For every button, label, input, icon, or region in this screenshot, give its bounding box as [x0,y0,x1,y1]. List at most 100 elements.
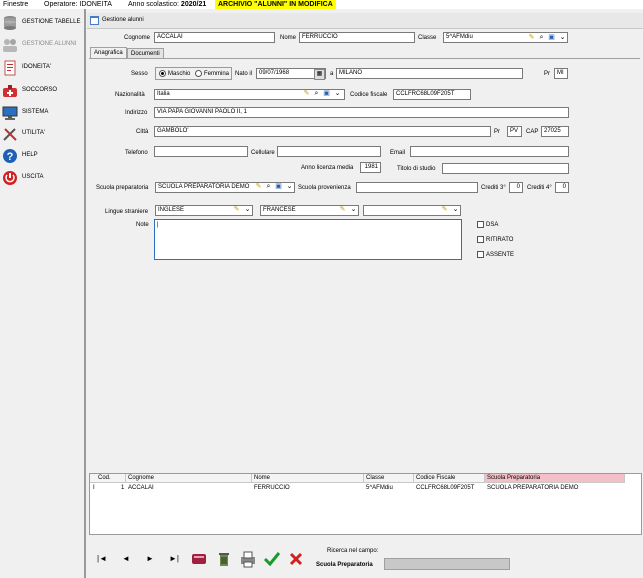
next-record-button[interactable]: ► [142,551,158,567]
sesso-label: Sesso [131,71,148,77]
menu-finestre[interactable]: Finestre [3,0,28,9]
year-label: Anno scolastico: 2020/21 [128,1,207,8]
nato-label: Nato il [235,71,253,77]
dsa-checkbox[interactable] [477,221,484,228]
ritirato-checkbox[interactable] [477,236,484,243]
femmina-radio[interactable] [195,70,202,77]
email-field[interactable] [410,146,569,157]
note-textarea[interactable]: | [154,219,462,260]
titolo-studio-field[interactable] [442,163,569,174]
search-icon[interactable]: ⌕ [312,90,321,98]
first-record-button[interactable]: |◄ [94,551,110,567]
chevron-down-icon[interactable]: ⌄ [558,34,567,42]
pencil-icon[interactable]: ✎ [232,206,241,214]
search-field-label: Ricerca nel campo: [327,548,379,554]
edit-icon[interactable]: ▣ [322,90,331,98]
tab-divider [89,58,640,59]
sidebar-item-idoneita[interactable]: IDONEITA' [0,58,84,78]
cf-field[interactable]: CCLFRC68L09F205T [393,89,471,100]
last-record-button[interactable]: ►| [166,551,182,567]
window-icon [90,16,99,25]
database-icon [4,16,16,30]
ritirato-label: RITIRATO [486,237,514,243]
pencil-icon[interactable]: ✎ [527,34,536,42]
column-header-classe[interactable]: Classe [364,474,414,483]
nome-field[interactable]: FERRUCCIO [299,32,415,43]
column-header-cf[interactable]: Codice Fiscale [414,474,485,483]
edit-icon[interactable]: ▣ [547,34,556,42]
cap-field[interactable]: 27025 [541,126,569,137]
sidebar-item-label: HELP [22,152,38,158]
new-record-icon[interactable] [190,550,208,568]
crediti3-label: Crediti 3° [481,185,506,191]
cognome-label: Cognome [124,35,151,41]
chevron-down-icon[interactable]: ⌄ [349,206,358,214]
sidebar-item-utilita[interactable]: UTILITA' [0,124,84,144]
search-icon[interactable]: ⌕ [264,183,273,191]
column-header-cod[interactable]: Cod. [90,474,126,483]
pencil-icon[interactable]: ✎ [338,206,347,214]
search-icon[interactable]: ⌕ [537,34,546,42]
calendar-icon[interactable]: ▦ [314,69,325,80]
column-header-nome[interactable]: Nome [252,474,364,483]
prev-record-button[interactable]: ◄ [118,551,134,567]
cap-label: CAP [526,129,539,135]
scuola-prov-field[interactable] [356,182,478,193]
chevron-down-icon[interactable]: ⌄ [285,183,294,191]
pencil-icon[interactable]: ✎ [440,206,449,214]
sidebar-item-label: IDONEITA' [22,64,52,70]
chevron-down-icon[interactable]: ⌄ [333,90,342,98]
sidebar-item-label: GESTIONE TABELLE [22,19,81,25]
assente-label: ASSENTE [486,252,515,258]
maschio-radio[interactable] [159,70,166,77]
indirizzo-label: Indirizzo [125,110,148,116]
anno-licenza-field[interactable]: 1981 [360,162,381,173]
cell-scuola: SCUOLA PREPARATORIA DEMO [487,485,579,491]
telefono-field[interactable] [154,146,248,157]
row-marker: I [93,485,95,491]
cognome-field[interactable]: ACCALAI [154,32,275,43]
pr-nascita-field[interactable]: MI [554,68,568,79]
cellulare-label: Cellulare [251,150,275,156]
confirm-icon[interactable] [263,550,281,568]
column-header-cognome[interactable]: Cognome [126,474,252,483]
chevron-down-icon[interactable]: ⌄ [243,206,252,214]
cellulare-field[interactable] [277,146,381,157]
lingue-label: Lingue straniere [105,209,149,215]
cell-classe: 5^AFMdiu [366,485,393,491]
trash-icon[interactable] [215,550,233,568]
cell-cognome: ACCALAI [128,485,154,491]
crediti3-field[interactable]: 0 [509,182,523,193]
email-label: Email [390,150,406,156]
sidebar-item-gestione-tabelle[interactable]: GESTIONE TABELLE [0,13,84,33]
anno-licenza-label: Anno licenza media [301,165,354,171]
sidebar-item-gestione-alunni[interactable]: GESTIONE ALUNNI [0,35,84,55]
pencil-icon[interactable]: ✎ [254,183,263,191]
assente-checkbox[interactable] [477,251,484,258]
chevron-down-icon[interactable]: ⌄ [451,206,460,214]
table-row[interactable]: I 1 ACCALAI FERRUCCIO 5^AFMdiu CCLFRC68L… [90,483,639,496]
telefono-label: Telefono [125,150,148,156]
edit-icon[interactable]: ▣ [274,183,283,191]
pencil-icon[interactable]: ✎ [302,90,311,98]
print-icon[interactable] [239,550,257,568]
students-icon [3,39,17,52]
luogo-prefix-label: a [330,71,334,77]
crediti4-field[interactable]: 0 [555,182,569,193]
sidebar-item-soccorso[interactable]: SOCCORSO [0,81,84,101]
pr-citta-field[interactable]: PV [507,126,522,137]
column-header-scuola[interactable]: Scuola Preparatoria [485,474,625,483]
citta-field[interactable]: GAMBOLO' [154,126,491,137]
sidebar-item-help[interactable]: ? HELP [0,146,84,166]
cf-label: Codice fiscale [350,92,388,98]
search-input[interactable] [384,558,510,570]
luogo-nascita-field[interactable]: MILANO [336,68,523,79]
cell-cf: CCLFRC68L09F205T [416,485,475,491]
indirizzo-field[interactable]: VIA PAPA GIOVANNI PAOLO II, 1 [154,107,569,118]
sidebar-item-uscita[interactable]: USCITA [0,168,84,188]
tools-icon [3,128,17,141]
cancel-icon[interactable] [287,550,305,568]
dsa-label: DSA [486,222,499,228]
sidebar-item-sistema[interactable]: SISTEMA [0,103,84,123]
sidebar-item-label: SOCCORSO [22,87,58,93]
